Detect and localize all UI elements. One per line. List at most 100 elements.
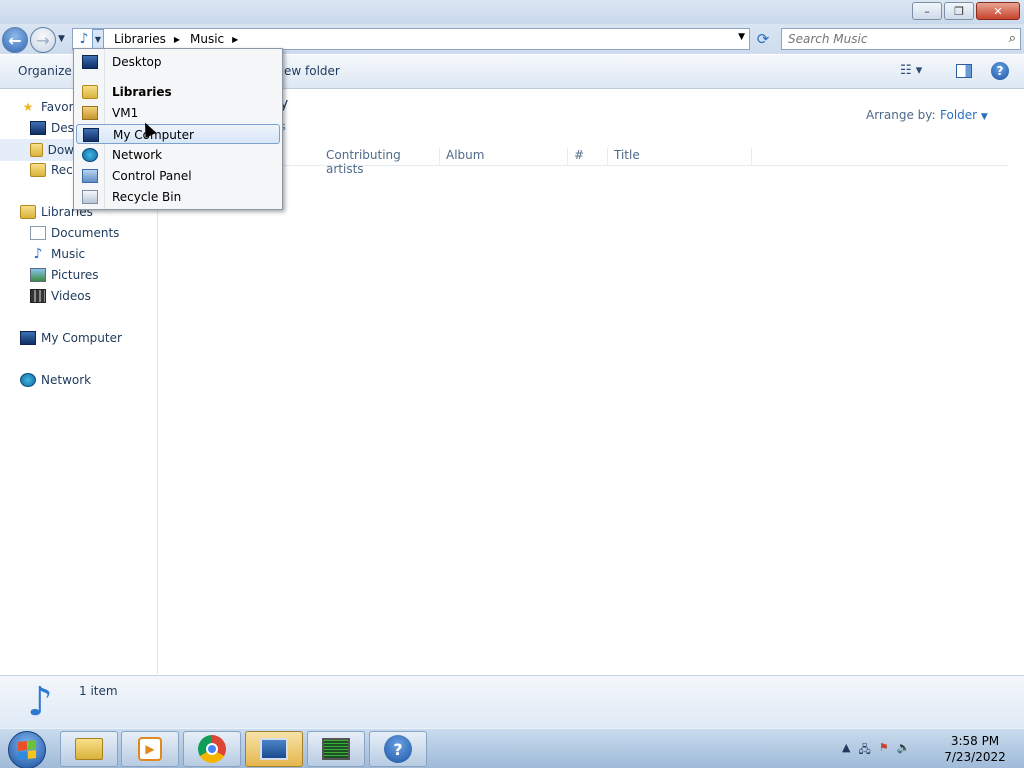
taskbar-computer[interactable] <box>245 731 303 767</box>
nav-favorites[interactable]: ★ Favori <box>20 100 77 114</box>
nav-label: Pictures <box>51 268 99 282</box>
clock[interactable]: 3:58 PM 7/23/2022 <box>940 733 1010 765</box>
pictures-icon <box>30 268 46 282</box>
network-icon <box>20 373 36 387</box>
libraries-icon <box>20 205 36 219</box>
nav-documents[interactable]: Documents <box>30 226 119 240</box>
libraries-folder-icon <box>82 85 98 99</box>
close-button[interactable]: ✕ <box>976 2 1020 20</box>
nav-downloads[interactable]: Dow <box>0 139 74 161</box>
computer-icon <box>260 738 288 760</box>
taskbar-chrome[interactable] <box>183 731 241 767</box>
taskbar-windows-explorer[interactable] <box>60 731 118 767</box>
back-arrow-icon: ← <box>8 30 22 50</box>
taskbar-help[interactable]: ? <box>369 731 427 767</box>
refresh-icon[interactable]: ⟳ <box>752 28 774 50</box>
change-view-icon[interactable]: ☷ ▾ <box>900 63 922 78</box>
menu-item-control-panel[interactable]: Control Panel <box>76 166 280 186</box>
nav-label: Favori <box>41 100 77 114</box>
chrome-icon <box>198 735 226 763</box>
breadcrumb-music[interactable]: Music <box>190 32 224 46</box>
preview-pane-icon[interactable] <box>956 64 972 78</box>
new-folder-button[interactable]: ew folder <box>284 64 340 78</box>
arrange-by-dropdown[interactable]: Folder ▼ <box>940 108 988 122</box>
taskbar-resource-monitor[interactable] <box>307 731 365 767</box>
show-hidden-icons-icon[interactable]: ▲ <box>842 741 850 760</box>
details-pane: ♪ 1 item <box>0 675 1024 728</box>
volume-icon[interactable]: 🔈 <box>897 741 911 760</box>
action-center-icon[interactable]: ⚑ <box>879 741 889 760</box>
help-icon[interactable]: ? <box>991 62 1009 80</box>
nav-pictures[interactable]: Pictures <box>30 268 99 282</box>
minimize-button[interactable]: – <box>912 2 942 20</box>
network-tray-icon[interactable]: 🖧 <box>858 741 870 760</box>
recent-places-icon <box>30 163 46 177</box>
breadcrumb-separator-icon[interactable]: ▶ <box>232 35 238 44</box>
start-button[interactable] <box>8 731 46 768</box>
column-header-track-number[interactable]: # <box>568 148 608 166</box>
nav-label: Documents <box>51 226 120 240</box>
nav-music[interactable]: ♪ Music <box>30 246 86 262</box>
menu-item-my-computer[interactable]: My Computer <box>76 124 280 144</box>
menu-item-desktop[interactable]: Desktop <box>76 52 280 72</box>
column-header-title[interactable]: Title <box>608 148 752 166</box>
recycle-bin-icon <box>82 190 98 204</box>
taskbar: ▶ ? ▲ 🖧 ⚑ 🔈 3:58 PM 7/23/2022 <box>0 728 1024 768</box>
help-icon: ? <box>384 735 412 763</box>
desktop-icon <box>30 121 46 135</box>
computer-icon <box>83 128 99 142</box>
chevron-down-icon: ▼ <box>980 112 988 122</box>
nav-label: Videos <box>51 289 91 303</box>
file-list-area[interactable]: y s Arrange by: Folder ▼ Contributing ar… <box>160 90 1024 674</box>
control-panel-icon <box>82 169 98 183</box>
menu-item-label: VM1 <box>112 106 139 120</box>
taskbar-media-player[interactable]: ▶ <box>121 731 179 767</box>
search-input[interactable] <box>788 32 1002 46</box>
user-folder-icon <box>82 106 98 120</box>
breadcrumb-libraries[interactable]: Libraries <box>114 32 166 46</box>
menu-item-label: Control Panel <box>112 169 192 183</box>
address-bar[interactable]: ♪ ▼ Libraries ▶ Music ▶ ▼ <box>72 28 750 50</box>
clock-date: 7/23/2022 <box>944 750 1006 764</box>
arrange-by-value: Folder <box>940 108 978 122</box>
folder-icon <box>75 738 103 760</box>
system-tray: ▲ 🖧 ⚑ 🔈 <box>842 741 918 760</box>
nav-my-computer[interactable]: My Computer <box>20 331 122 345</box>
search-box: ⌕ <box>781 28 1021 50</box>
address-root-dropdown-button[interactable]: ▼ <box>92 29 104 49</box>
computer-icon <box>20 331 36 345</box>
windows-logo-icon <box>18 740 36 760</box>
star-icon: ★ <box>22 100 34 114</box>
nav-network[interactable]: Network <box>20 373 91 387</box>
music-library-icon: ♪ <box>27 679 53 725</box>
menu-item-vm1[interactable]: VM1 <box>76 103 280 123</box>
organize-button[interactable]: Organize <box>18 64 72 78</box>
desktop-icon <box>82 55 98 69</box>
menu-item-network[interactable]: Network <box>76 145 280 165</box>
music-note-icon: ♪ <box>33 246 43 262</box>
menu-item-recycle-bin[interactable]: Recycle Bin <box>76 187 280 207</box>
menu-item-label: Network <box>112 148 163 162</box>
forward-button[interactable]: → <box>30 27 56 53</box>
forward-arrow-icon: → <box>36 30 50 50</box>
nav-videos[interactable]: Videos <box>30 289 91 303</box>
downloads-folder-icon <box>30 143 43 157</box>
nav-label: Network <box>41 373 92 387</box>
back-button[interactable]: ← <box>2 27 28 53</box>
column-header-album[interactable]: Album <box>440 148 568 166</box>
window-controls: – ❐ ✕ <box>910 2 1020 20</box>
nav-label: Dow <box>47 143 74 157</box>
breadcrumb-separator-icon[interactable]: ▶ <box>174 35 180 44</box>
menu-item-libraries[interactable]: Libraries <box>76 82 280 102</box>
title-bar: – ❐ ✕ <box>0 0 1024 24</box>
search-icon[interactable]: ⌕ <box>1009 31 1016 46</box>
column-headers: Contributing artists Album # Title <box>160 144 1008 176</box>
column-header-contributing-artists[interactable]: Contributing artists <box>320 148 440 176</box>
maximize-button[interactable]: ❐ <box>944 2 974 20</box>
music-note-icon: ♪ <box>79 31 89 47</box>
address-history-dropdown[interactable]: ▼ <box>738 32 745 42</box>
recent-pages-dropdown[interactable]: ▼ <box>58 34 65 44</box>
item-count: 1 item <box>79 684 118 698</box>
clock-time: 3:58 PM <box>950 734 1000 748</box>
address-root-dropdown-menu: Desktop Libraries VM1 My Computer Networ… <box>73 48 283 210</box>
